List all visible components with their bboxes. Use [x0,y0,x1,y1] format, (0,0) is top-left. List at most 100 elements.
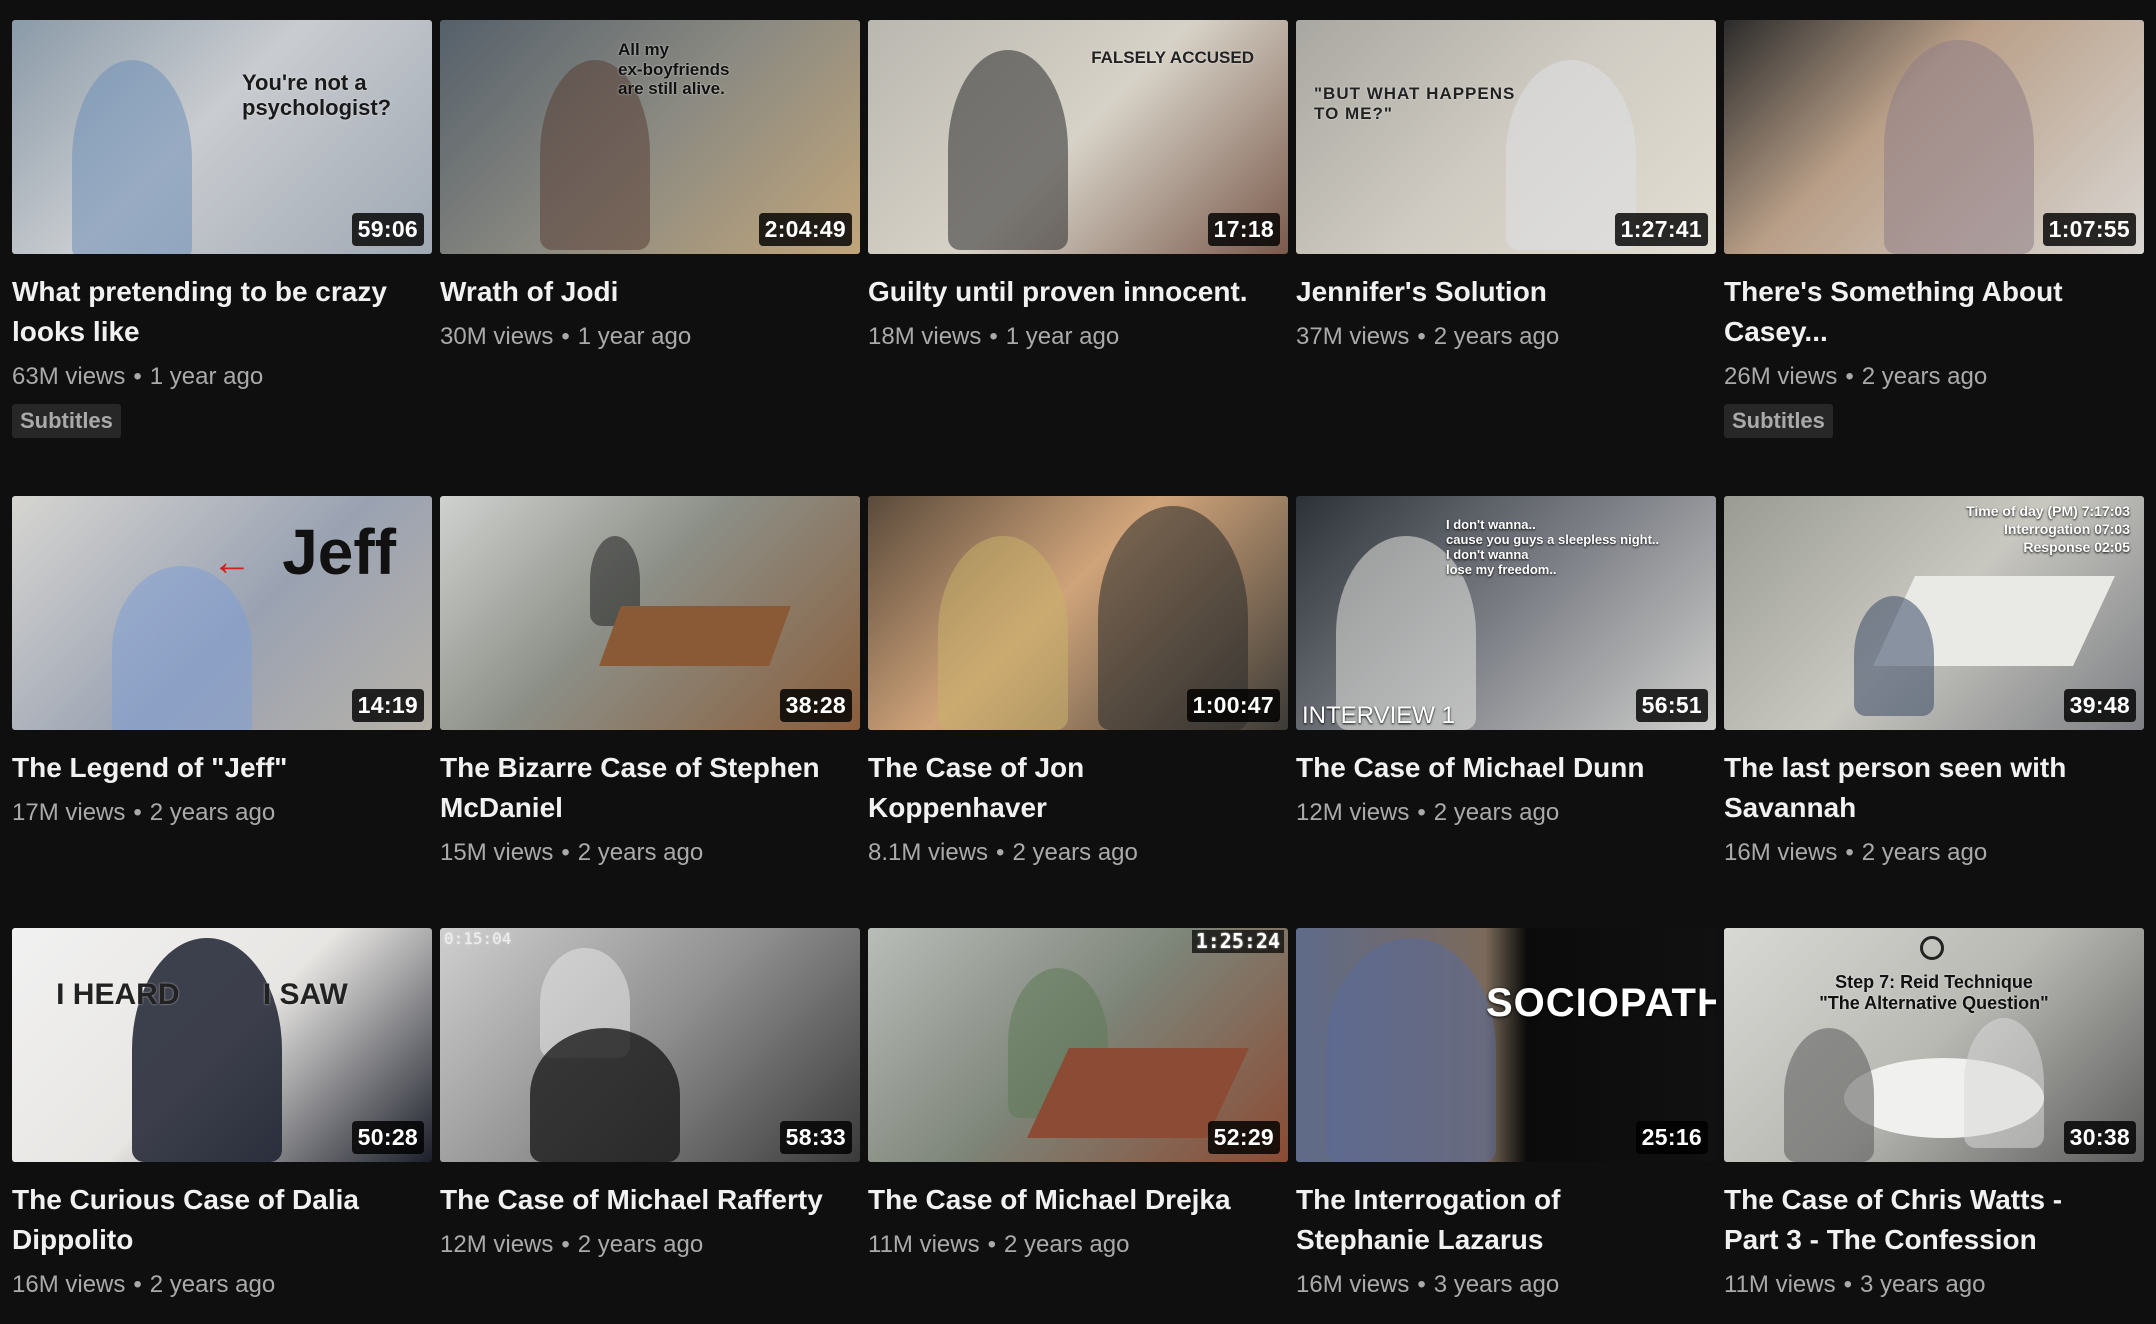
video-card[interactable]: 0:15:04 58:33 The Case of Michael Raffer… [440,928,860,1288]
view-count: 15M views [440,839,554,866]
person-figure [530,1028,680,1162]
separator-dot: • [987,1231,996,1258]
subtitles-badge: Subtitles [1724,404,1833,438]
upload-age: 2 years ago [1004,1231,1130,1258]
video-thumbnail[interactable]: 38:28 [440,496,860,730]
upload-age: 1 year ago [1005,323,1120,350]
separator-dot: • [1845,363,1854,390]
video-card[interactable]: Step 7: Reid Technique "The Alternative … [1724,928,2144,1298]
video-title[interactable]: The Case of Chris Watts - Part 3 - The C… [1724,1180,2124,1260]
video-title[interactable]: The Curious Case of Dalia Dippolito [12,1180,412,1260]
video-thumbnail[interactable]: 1:00:47 [868,496,1288,730]
video-title[interactable]: The Legend of "Jeff" [12,748,412,788]
video-thumbnail[interactable]: Time of day (PM) 7:17:03 Interrogation 0… [1724,496,2144,730]
video-card[interactable]: I don't wanna.. cause you guys a sleeple… [1296,496,1716,928]
duration-badge: 50:28 [351,1121,424,1154]
video-thumbnail[interactable]: I don't wanna.. cause you guys a sleeple… [1296,496,1716,730]
duration-badge: 25:16 [1635,1121,1708,1154]
view-count: 37M views [1296,323,1410,350]
video-meta: 30M views • 1 year ago [440,322,860,352]
video-card[interactable]: SOCIOPATH 25:16 The Interrogation of Ste… [1296,928,1716,1298]
duration-badge: 2:04:49 [758,213,852,246]
video-thumbnail[interactable]: SOCIOPATH 25:16 [1296,928,1716,1162]
video-meta: 63M views • 1 year ago [12,362,432,392]
video-card[interactable]: 1:00:47 The Case of Jon Koppenhaver 8.1M… [868,496,1288,928]
person-figure [112,566,252,730]
separator-dot: • [133,363,142,390]
duration-badge: 38:28 [779,689,852,722]
upload-age: 3 years ago [1860,1271,1986,1298]
video-card[interactable]: ← Jeff 14:19 The Legend of "Jeff" 17M vi… [12,496,432,928]
separator-dot: • [1417,1271,1426,1298]
person-figure [938,536,1068,730]
video-title[interactable]: The last person seen with Savannah [1724,748,2124,828]
upload-age: 1 year ago [149,363,264,390]
video-thumbnail[interactable]: I HEARD I SAW 50:28 [12,928,432,1162]
upload-age: 2 years ago [577,1231,704,1258]
video-title[interactable]: The Interrogation of Stephanie Lazarus [1296,1180,1696,1260]
subtitles-badge: Subtitles [12,404,121,438]
video-thumbnail[interactable]: 1:25:24 52:29 [868,928,1288,1162]
separator-dot: • [561,323,570,350]
duration-badge: 52:29 [1207,1121,1280,1154]
view-count: 8.1M views [868,839,989,866]
video-meta: 16M views • 2 years ago [12,1270,432,1300]
video-meta: 16M views • 2 years ago [1724,838,2144,868]
video-thumbnail[interactable]: 0:15:04 58:33 [440,928,860,1162]
thumbnail-caption: Time of day (PM) 7:17:03 Interrogation 0… [1966,503,2130,556]
view-count: 17M views [12,799,126,826]
video-thumbnail[interactable]: 1:07:55 [1724,20,2144,254]
separator-dot: • [989,323,998,350]
video-thumbnail[interactable]: Step 7: Reid Technique "The Alternative … [1724,928,2144,1162]
view-count: 12M views [1296,799,1410,826]
video-title[interactable]: Wrath of Jodi [440,272,840,312]
person-figure [948,50,1068,250]
upload-age: 2 years ago [577,839,704,866]
video-card[interactable]: 1:07:55 There's Something About Casey...… [1724,20,2144,496]
upload-age: 3 years ago [1433,1271,1560,1298]
video-card[interactable]: 38:28 The Bizarre Case of Stephen McDani… [440,496,860,928]
video-card[interactable]: You're not a psychologist? 59:06 What pr… [12,20,432,496]
duration-badge: 14:19 [351,689,424,722]
video-thumbnail[interactable]: You're not a psychologist? 59:06 [12,20,432,254]
person-figure [132,938,282,1162]
upload-age: 2 years ago [149,1271,276,1298]
view-count: 16M views [1724,839,1838,866]
view-count: 18M views [868,323,982,350]
video-card[interactable]: Time of day (PM) 7:17:03 Interrogation 0… [1724,496,2144,928]
separator-dot: • [561,1231,570,1258]
duration-badge: 17:18 [1207,213,1280,246]
video-title[interactable]: The Case of Michael Dunn [1296,748,1696,788]
view-count: 11M views [868,1231,980,1258]
thumbnail-caption: Jeff [282,516,396,588]
video-thumbnail[interactable]: All my ex-boyfriends are still alive. 2:… [440,20,860,254]
video-title[interactable]: There's Something About Casey... [1724,272,2124,352]
video-card[interactable]: FALSELY ACCUSED 17:18 Guilty until prove… [868,20,1288,496]
video-card[interactable]: 1:25:24 52:29 The Case of Michael Drejka… [868,928,1288,1288]
video-thumbnail[interactable]: "BUT WHAT HAPPENS TO ME?" 1:27:41 [1296,20,1716,254]
video-title[interactable]: The Case of Michael Drejka [868,1180,1268,1220]
video-meta: 11M views • 3 years ago [1724,1270,2144,1300]
thumbnail-caption: All my ex-boyfriends are still alive. [618,40,730,99]
thumbnail-caption: I don't wanna.. cause you guys a sleeple… [1446,517,1660,577]
upload-age: 1 year ago [577,323,692,350]
video-title[interactable]: The Case of Jon Koppenhaver [868,748,1268,828]
video-card[interactable]: All my ex-boyfriends are still alive. 2:… [440,20,860,496]
video-title[interactable]: Guilty until proven innocent. [868,272,1268,312]
video-title[interactable]: Jennifer's Solution [1296,272,1696,312]
video-title[interactable]: The Bizarre Case of Stephen McDaniel [440,748,840,828]
video-meta: 37M views • 2 years ago [1296,322,1716,352]
separator-dot: • [133,1271,142,1298]
video-title[interactable]: The Case of Michael Rafferty [440,1180,840,1220]
video-title[interactable]: What pretending to be crazy looks like [12,272,412,352]
upload-age: 2 years ago [1433,323,1560,350]
duration-badge: 1:27:41 [1614,213,1708,246]
thumbnail-caption: FALSELY ACCUSED [1091,48,1254,67]
person-figure [72,60,192,254]
view-count: 30M views [440,323,554,350]
video-thumbnail[interactable]: ← Jeff 14:19 [12,496,432,730]
video-card[interactable]: I HEARD I SAW 50:28 The Curious Case of … [12,928,432,1298]
video-card[interactable]: "BUT WHAT HAPPENS TO ME?" 1:27:41 Jennif… [1296,20,1716,496]
table-shape [599,606,791,666]
video-thumbnail[interactable]: FALSELY ACCUSED 17:18 [868,20,1288,254]
